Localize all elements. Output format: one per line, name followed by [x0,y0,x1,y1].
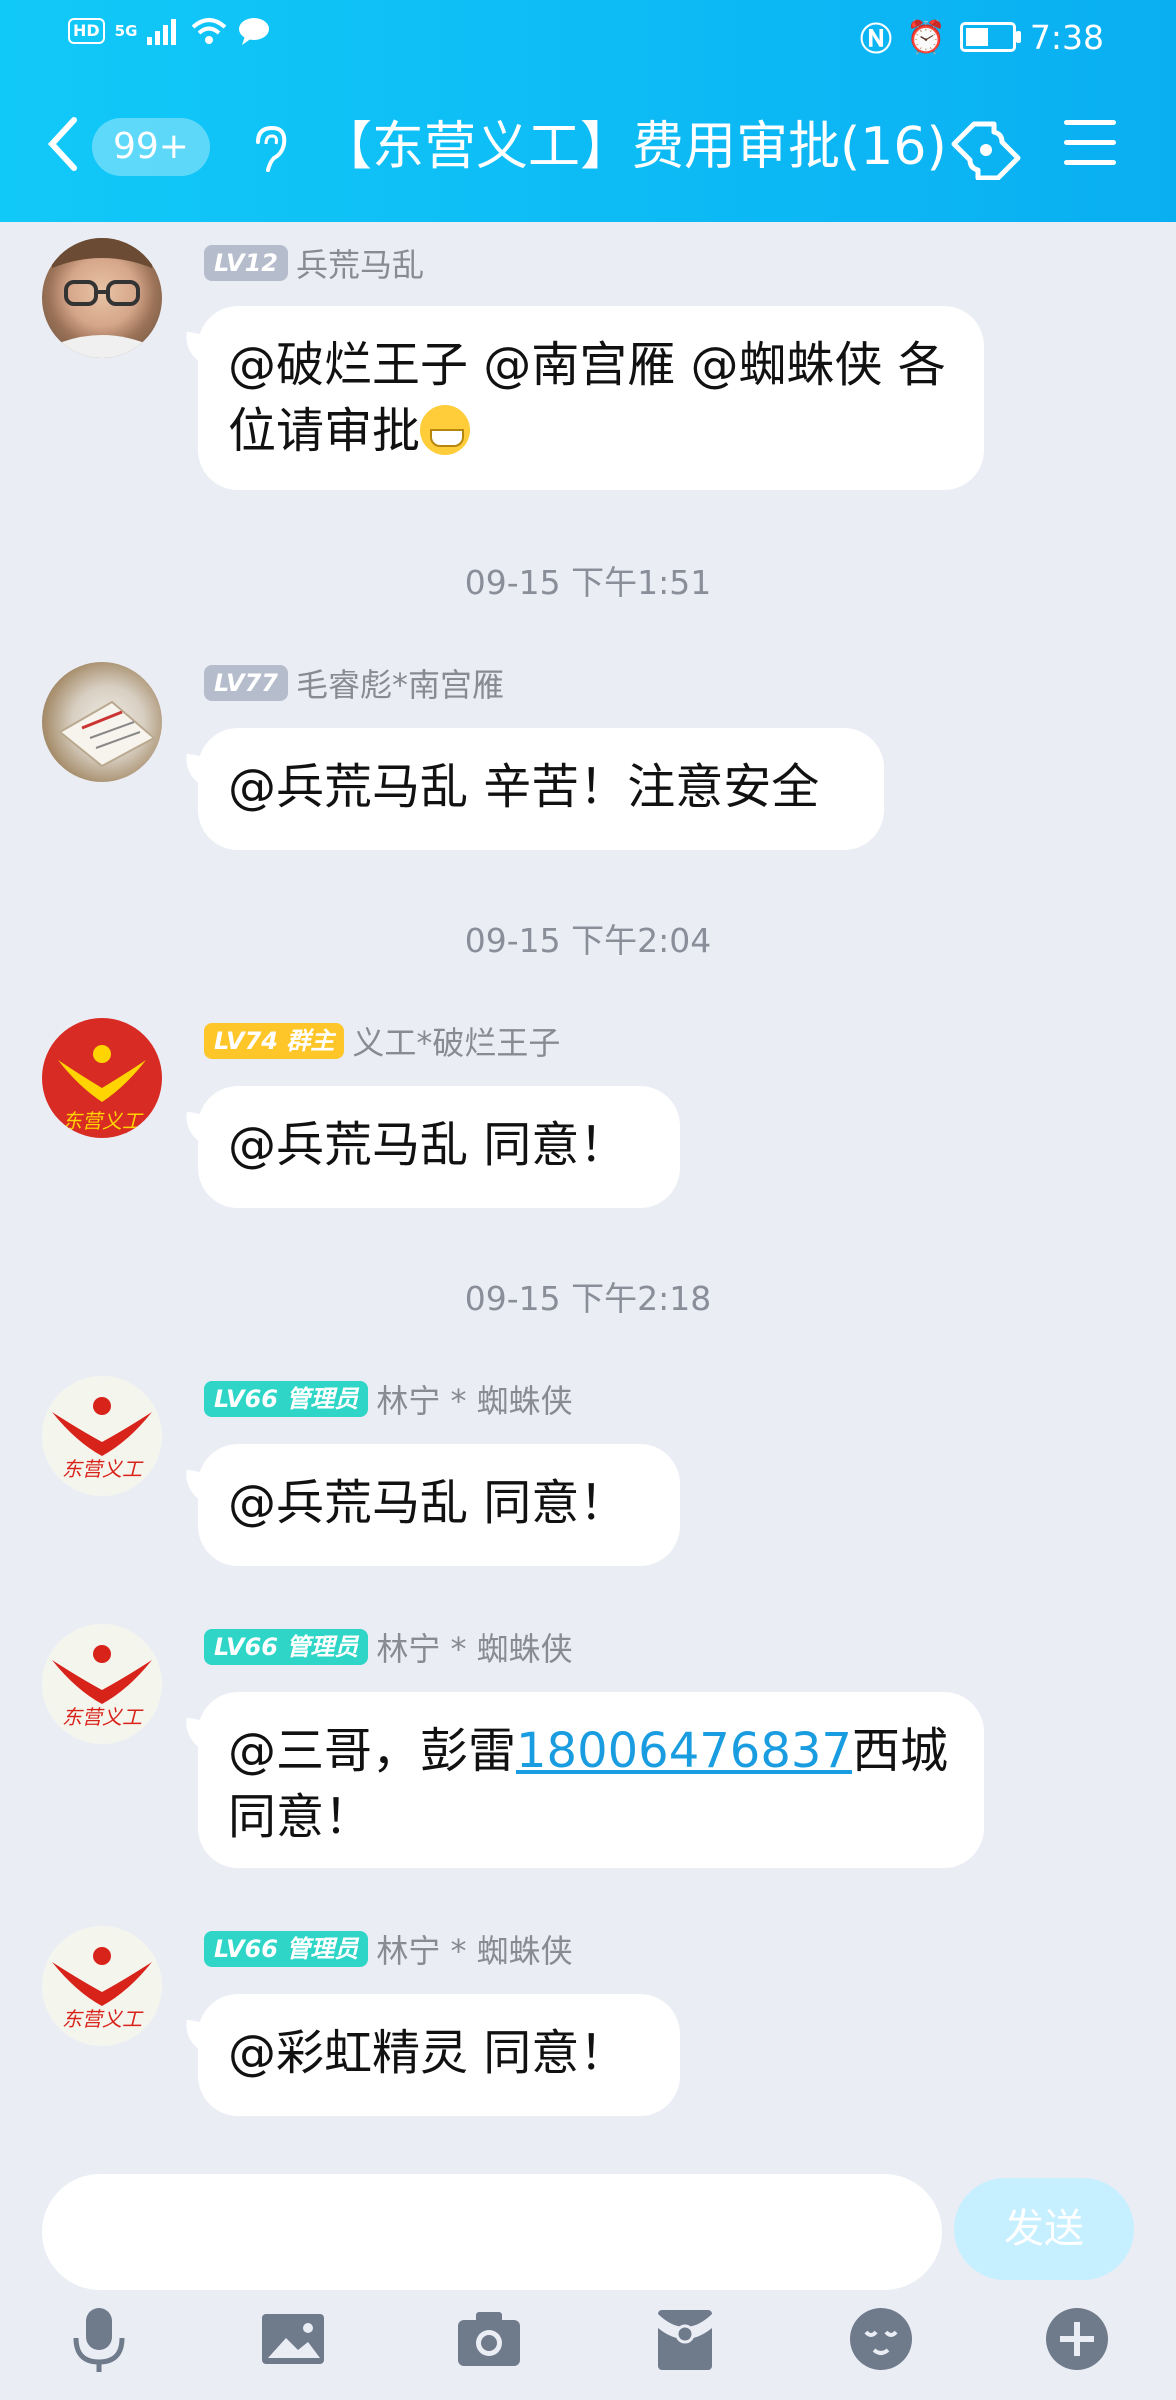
sender-name[interactable]: 义工*破烂王子 [352,1018,560,1064]
level-badge: LV12 [204,245,288,281]
level-badge: LV66 管理员 [204,1381,369,1417]
owner-badge: 群主 [286,1027,335,1055]
svg-text:东营义工: 东营义工 [62,1109,144,1133]
message-text: @破烂王子 @南宫雁 @蜘蛛侠 各位请审批 [228,337,946,459]
message-text: @兵荒马乱 同意！ [228,1117,628,1173]
unread-badge[interactable]: 99+ [92,118,210,176]
avatar[interactable]: 东营义工 [42,1624,162,1744]
camera-icon[interactable] [454,2304,524,2374]
earpiece-mode-icon[interactable] [252,125,288,185]
chat-title[interactable]: 【东营义工】费用审批(16) [320,114,947,180]
svg-text:东营义工: 东营义工 [62,1705,144,1729]
message-notification-icon [239,18,270,45]
svg-text:东营义工: 东营义工 [62,2007,144,2031]
avatar[interactable]: 东营义工 [42,1018,162,1138]
sender-name[interactable]: 林宁 * 蜘蛛侠 [376,1624,572,1670]
wifi-icon [192,18,227,44]
message-text: @三哥，彭雷 [228,1723,517,1779]
header: HD 5G Ⓝ ⏰ 7:38 99+ 【东营义工】费用审批(16) [0,0,1176,222]
alarm-icon: ⏰ [906,18,946,56]
admin-badge: 管理员 [286,1935,359,1963]
sender-name[interactable]: 林宁 * 蜘蛛侠 [376,1926,572,1972]
emoji-icon[interactable] [846,2304,916,2374]
level-badge: LV66 管理员 [204,1629,369,1665]
avatar[interactable]: 东营义工 [42,1926,162,2046]
send-button[interactable]: 发送 [954,2178,1134,2280]
avatar[interactable] [42,662,162,782]
chevron-left-icon [47,117,77,171]
level-badge: LV66 管理员 [204,1931,369,1967]
svg-text:东营义工: 东营义工 [62,1457,144,1481]
message-bubble[interactable]: @兵荒马乱 同意！ [198,1086,680,1208]
timestamp: 09-15 下午1:51 [464,563,712,602]
group-ticket-icon[interactable] [950,120,1022,193]
plus-icon[interactable] [1042,2304,1112,2374]
sender-name[interactable]: 兵荒马乱 [296,240,424,286]
red-packet-icon[interactable] [650,2304,720,2374]
sender-name[interactable]: 林宁 * 蜘蛛侠 [376,1376,572,1422]
admin-badge: 管理员 [286,1385,359,1413]
message-text: @兵荒马乱 同意！ [228,1475,628,1531]
message-bubble[interactable]: @破烂王子 @南宫雁 @蜘蛛侠 各位请审批 [198,306,984,490]
timestamp: 09-15 下午2:18 [464,1279,712,1318]
message-text: @兵荒马乱 辛苦！注意安全 [228,759,820,815]
message-text: @彩虹精灵 同意！ [228,2025,628,2081]
message-bubble[interactable]: @兵荒马乱 辛苦！注意安全 [198,728,884,850]
image-icon[interactable] [258,2304,328,2374]
back-button[interactable] [46,116,78,182]
navbar: 99+ 【东营义工】费用审批(16) [0,100,1176,200]
hd-icon: HD [68,18,105,44]
level-badge: LV77 [204,665,288,701]
network-label: 5G [114,22,138,40]
battery-icon [959,22,1021,52]
message-input[interactable] [42,2174,942,2290]
message-bubble[interactable]: @兵荒马乱 同意！ [198,1444,680,1566]
avatar[interactable]: 东营义工 [42,1376,162,1496]
message-bubble[interactable]: @彩虹精灵 同意！ [198,1994,680,2116]
menu-icon[interactable] [1064,120,1116,180]
timestamp: 09-15 下午2:04 [464,921,712,960]
mic-icon[interactable] [64,2304,134,2374]
sender-name[interactable]: 毛睿彪*南宫雁 [296,660,504,706]
status-bar: HD 5G Ⓝ ⏰ 7:38 [0,0,1176,72]
admin-badge: 管理员 [286,1633,359,1661]
input-bar: 发送 [0,2160,1176,2400]
nfc-icon: Ⓝ [860,20,893,58]
avatar[interactable] [42,238,162,358]
phone-link[interactable]: 18006476837 [516,1723,852,1779]
message-bubble[interactable]: @三哥，彭雷18006476837西城 同意！ [198,1692,984,1868]
level-badge: LV74 群主 [204,1023,345,1059]
grin-emoji-icon [420,405,471,455]
clock: 7:38 [1029,17,1104,57]
signal-icon [147,19,177,45]
